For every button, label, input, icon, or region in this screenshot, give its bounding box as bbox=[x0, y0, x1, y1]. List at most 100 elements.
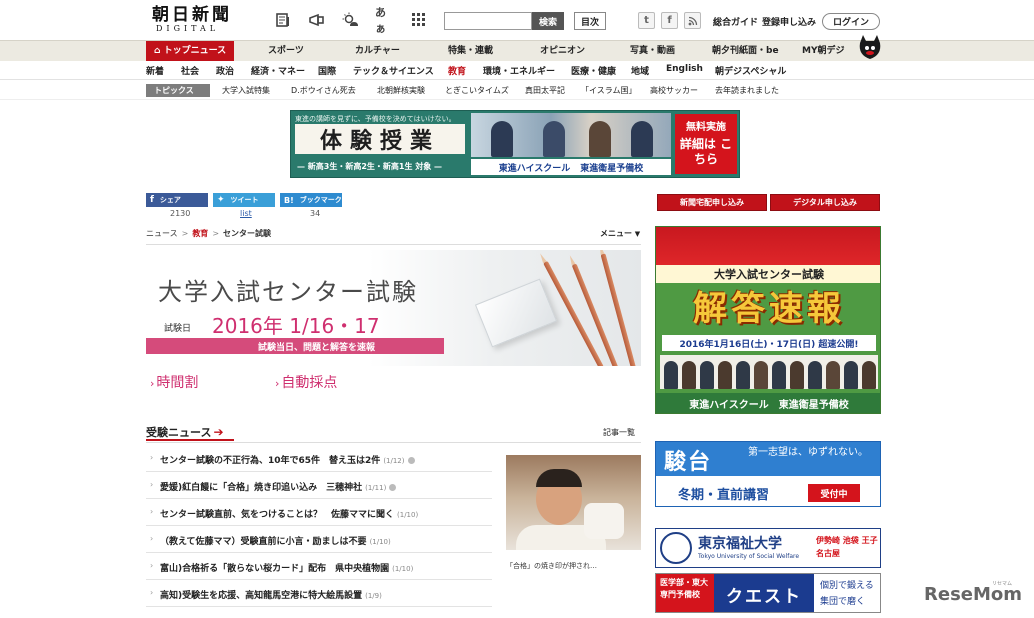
search-input[interactable] bbox=[444, 12, 532, 30]
hero-title: 大学入試センター試験 bbox=[158, 278, 418, 306]
timetable-link[interactable]: › 時間割 bbox=[150, 372, 198, 392]
font-size-icon[interactable]: あぁ bbox=[375, 6, 395, 35]
digital-subscribe-button[interactable]: デジタル申し込み bbox=[770, 194, 880, 211]
triangle-down-icon: ▼ bbox=[634, 230, 641, 238]
menu-dropdown[interactable]: メニュー ▼ bbox=[600, 228, 640, 239]
chevron-right-icon: › bbox=[275, 377, 280, 390]
breadcrumb-news[interactable]: ニュース bbox=[146, 229, 178, 238]
chevron-right-icon: › bbox=[150, 377, 155, 390]
news-item[interactable]: › センター試験直前、気をつけることは？ 佐藤ママに聞く (1/10) bbox=[146, 499, 492, 526]
news-title[interactable]: センター試験の不正行為、10年で65件 替え玉は2件 (1/12) bbox=[160, 453, 415, 466]
search-button[interactable]: 検索 bbox=[532, 12, 564, 30]
tokyo-fukushi-ad[interactable]: 東京福祉大学 Tokyo University of Social Welfar… bbox=[655, 528, 881, 568]
toc-button[interactable]: 目次 bbox=[574, 12, 606, 30]
chevron-right-icon: › bbox=[150, 453, 154, 462]
resemom-watermark: ReseMom bbox=[924, 584, 1023, 605]
news-title-text: 愛媛)紅白饅に「合格」焼き印追い込み 三穂神社 bbox=[160, 483, 363, 493]
news-title[interactable]: （教えて佐藤ママ）受験直前に小言・励ましは不要 (1/10) bbox=[160, 534, 391, 547]
news-date: (1/9) bbox=[365, 592, 382, 600]
news-title-text: 高知)受験生を応援、高知龍馬空港に特大絵馬設置 bbox=[160, 591, 363, 601]
topic-link[interactable]: D.ボウイさん死去 bbox=[291, 85, 356, 96]
subnav-special[interactable]: 朝デジスペシャル bbox=[715, 64, 786, 77]
news-title[interactable]: 富山)合格祈る「散らない桜カード」配布 県中央植物園 (1/10) bbox=[160, 561, 413, 574]
subnav-tech-science[interactable]: テック＆サイエンス bbox=[353, 64, 434, 77]
news-item[interactable]: › 愛媛)紅白饅に「合格」焼き印追い込み 三穂神社 (1/11) bbox=[146, 472, 492, 499]
news-title[interactable]: センター試験直前、気をつけることは？ 佐藤ママに聞く (1/10) bbox=[160, 507, 418, 520]
rss-icon[interactable] bbox=[684, 12, 701, 29]
sundai-ad[interactable]: 駿台 第一志望は、ゆずれない。 冬期・直前講習 受付中 bbox=[655, 441, 881, 507]
facebook-share-button[interactable]: f シェア bbox=[146, 193, 208, 207]
nav-sports[interactable]: スポーツ bbox=[268, 41, 304, 61]
toshin-answers-ad[interactable]: 大学入試センター試験 解答速報 2016年1月16日(土)・17日(日) 超速公… bbox=[655, 226, 881, 414]
news-date: (1/11) bbox=[365, 484, 387, 492]
subnav-international[interactable]: 国際 bbox=[318, 64, 336, 77]
nav-culture[interactable]: カルチャー bbox=[355, 41, 400, 61]
twitter-share-button[interactable]: ✦ ツイート bbox=[213, 193, 275, 207]
news-item[interactable]: › センター試験の不正行為、10年で65件 替え玉は2件 (1/12) bbox=[146, 445, 492, 472]
news-photo[interactable] bbox=[506, 455, 641, 550]
topic-link[interactable]: 「イスラム国」 bbox=[581, 85, 637, 96]
auto-scoring-link[interactable]: › 自動採点 bbox=[275, 372, 337, 392]
subnav-politics[interactable]: 政治 bbox=[216, 64, 234, 77]
subnav-education[interactable]: 教育 bbox=[448, 64, 466, 77]
login-button[interactable]: ログイン bbox=[822, 13, 880, 30]
nav-photo-video[interactable]: 写真・動画 bbox=[630, 41, 675, 61]
asahi-logo[interactable]: 朝日新聞 DIGITAL bbox=[152, 6, 232, 36]
topic-link[interactable]: 高校サッカー bbox=[650, 85, 698, 96]
center-exam-hero[interactable]: 大学入試センター試験 試験日 2016年 1/16・17 試験当日、問題と解答を… bbox=[146, 250, 641, 366]
subnav-english[interactable]: English bbox=[666, 64, 703, 74]
topic-link[interactable]: 真田太平記 bbox=[525, 85, 565, 96]
news-date: (1/10) bbox=[392, 565, 414, 573]
weather-icon[interactable] bbox=[341, 10, 361, 30]
subnav-new[interactable]: 新着 bbox=[146, 64, 164, 77]
newspaper-subscribe-button[interactable]: 新聞宅配申し込み bbox=[657, 194, 767, 211]
news-item[interactable]: › （教えて佐藤ママ）受験直前に小言・励ましは不要 (1/10) bbox=[146, 526, 492, 553]
twitter-icon[interactable]: t bbox=[638, 12, 655, 29]
topic-link[interactable]: とぎこいタイムズ bbox=[445, 85, 509, 96]
topic-link[interactable]: 大学入試特集 bbox=[222, 85, 270, 96]
topic-link[interactable]: 北朝鮮核実験 bbox=[377, 85, 425, 96]
ad-cta[interactable]: 無料実施 詳細は こちら bbox=[675, 114, 737, 174]
hero-date: 2016年 1/16・17 bbox=[212, 314, 380, 338]
topic-link[interactable]: 去年読まれました bbox=[715, 85, 779, 96]
newspaper-icon[interactable] bbox=[273, 10, 293, 30]
exam-news-heading[interactable]: 受験ニュース ➔ bbox=[146, 424, 224, 440]
nav-print-edition[interactable]: 朝夕刊紙面・be bbox=[712, 41, 779, 61]
grid-menu-icon[interactable] bbox=[409, 10, 429, 30]
top-banner-ad[interactable]: 東進の講師を見ずに、予備校を決めてはいけない。 体験授業 — 新高3生・新高2生… bbox=[290, 110, 740, 178]
subnav-environment[interactable]: 環境・エネルギー bbox=[483, 64, 555, 77]
news-item[interactable]: › 富山)合格祈る「散らない桜カード」配布 県中央植物園 (1/10) bbox=[146, 553, 492, 580]
nav-label: トップニュース bbox=[163, 46, 227, 56]
news-item[interactable]: › 高知)受験生を応援、高知龍馬空港に特大絵馬設置 (1/9) bbox=[146, 580, 492, 607]
all-articles-link[interactable]: 記事一覧 bbox=[603, 427, 635, 438]
quest-ad[interactable]: 医学部・東大 専門予備校 クエスト 個別で鍛える 集団で磨く bbox=[655, 573, 881, 613]
hatena-bookmark-button[interactable]: B! ブックマーク bbox=[280, 193, 342, 207]
facebook-icon[interactable]: f bbox=[661, 12, 678, 29]
register-link[interactable]: 登録申し込み bbox=[762, 15, 816, 28]
chevron-right-icon: › bbox=[150, 588, 154, 597]
nav-opinion[interactable]: オピニオン bbox=[540, 41, 585, 61]
subnav-local[interactable]: 地域 bbox=[631, 64, 649, 77]
subnav-health[interactable]: 医療・健康 bbox=[571, 64, 616, 77]
nav-features[interactable]: 特集・連載 bbox=[448, 41, 493, 61]
guide-link[interactable]: 総合ガイド bbox=[713, 15, 758, 28]
nav-top-news[interactable]: ⌂ トップニュース bbox=[146, 41, 235, 61]
chevron-right-icon: › bbox=[150, 480, 154, 489]
topics-bar: トピックス 大学入試特集 D.ボウイさん死去 北朝鮮核実験 とぎこいタイムズ 真… bbox=[0, 80, 1034, 100]
news-title[interactable]: 愛媛)紅白饅に「合格」焼き印追い込み 三穂神社 (1/11) bbox=[160, 480, 397, 493]
subnav-economy[interactable]: 経済・マネー bbox=[251, 64, 305, 77]
megaphone-icon[interactable] bbox=[307, 10, 327, 30]
ad-photo bbox=[471, 113, 671, 157]
nav-my-asahi[interactable]: MY朝デジ bbox=[802, 41, 844, 61]
hero-date-label: 試験日 bbox=[164, 324, 192, 334]
news-title-text: センター試験直前、気をつけることは？ 佐藤ママに聞く bbox=[160, 510, 395, 520]
subnav-society[interactable]: 社会 bbox=[181, 64, 199, 77]
breadcrumb-education[interactable]: 教育 bbox=[192, 229, 208, 238]
news-title[interactable]: 高知)受験生を応援、高知龍馬空港に特大絵馬設置 (1/9) bbox=[160, 588, 382, 601]
news-photo-caption[interactable]: 「合格」の焼き印が押され… bbox=[506, 561, 597, 571]
news-date: (1/10) bbox=[397, 511, 419, 519]
ad4-label: 医学部・東大 専門予備校 bbox=[656, 574, 714, 612]
arrow-right-icon: ➔ bbox=[213, 425, 224, 439]
twitter-count-link[interactable]: list bbox=[240, 209, 252, 218]
ad1-headline: 解答速報 bbox=[693, 289, 845, 329]
